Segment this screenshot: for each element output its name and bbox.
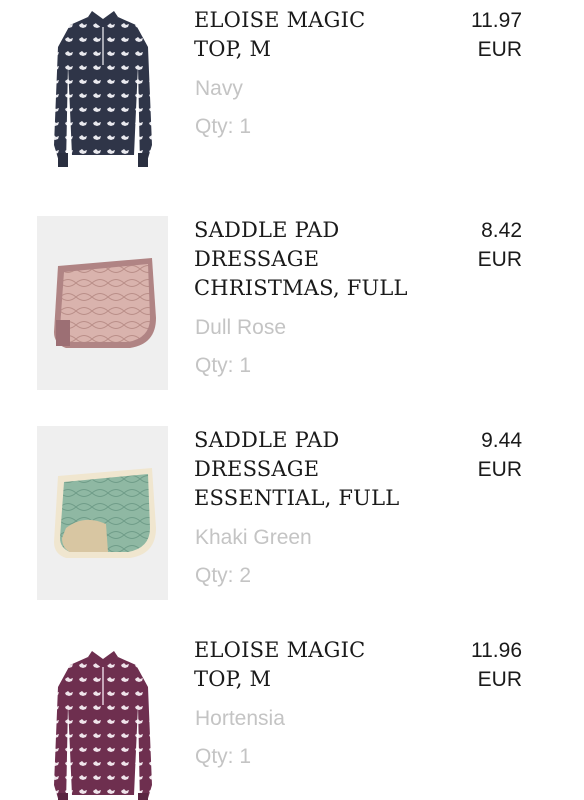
product-image-shirt-hortensia[interactable]	[37, 642, 168, 800]
cart-item[interactable]: SADDLE PAD DRESSAGE CHRISTMAS, FULL Dull…	[0, 210, 584, 410]
saddle-pad-icon	[53, 468, 156, 558]
product-variant: Hortensia	[195, 707, 285, 730]
product-variant: Dull Rose	[195, 316, 287, 339]
product-price-amount: 11.96	[471, 639, 522, 662]
product-title[interactable]: SADDLE PAD DRESSAGE CHRISTMAS, FULL	[194, 216, 424, 303]
product-price-currency: EUR	[477, 38, 522, 61]
cart-item[interactable]: SADDLE PAD DRESSAGE ESSENTIAL, FULL Khak…	[0, 420, 584, 620]
product-image-shirt-navy[interactable]	[37, 2, 168, 176]
cart-item[interactable]: ELOISE MAGIC TOP, M Navy Qty: 1 11.97 EU…	[0, 0, 584, 200]
product-price-amount: 8.42	[481, 219, 522, 242]
product-variant: Navy	[195, 77, 243, 100]
product-variant: Khaki Green	[195, 526, 312, 549]
product-price-amount: 11.97	[471, 9, 522, 32]
product-price-currency: EUR	[477, 458, 522, 481]
shirt-icon	[53, 11, 152, 167]
product-image-saddle-pad-rose[interactable]	[37, 216, 168, 390]
cart-item[interactable]: ELOISE MAGIC TOP, M Hortensia Qty: 1 11.…	[0, 630, 584, 800]
product-quantity: Qty: 2	[195, 564, 252, 587]
product-title[interactable]: ELOISE MAGIC TOP, M	[194, 6, 424, 64]
product-quantity: Qty: 1	[195, 115, 252, 138]
product-quantity: Qty: 1	[195, 354, 252, 377]
shirt-icon	[53, 651, 152, 800]
product-title[interactable]: ELOISE MAGIC TOP, M	[194, 636, 424, 694]
product-title[interactable]: SADDLE PAD DRESSAGE ESSENTIAL, FULL	[194, 426, 424, 513]
product-quantity: Qty: 1	[195, 745, 252, 768]
product-price-currency: EUR	[477, 668, 522, 691]
saddle-pad-icon	[53, 258, 156, 348]
product-image-saddle-pad-green[interactable]	[37, 426, 168, 600]
product-price-currency: EUR	[477, 248, 522, 271]
product-price-amount: 9.44	[481, 429, 522, 452]
